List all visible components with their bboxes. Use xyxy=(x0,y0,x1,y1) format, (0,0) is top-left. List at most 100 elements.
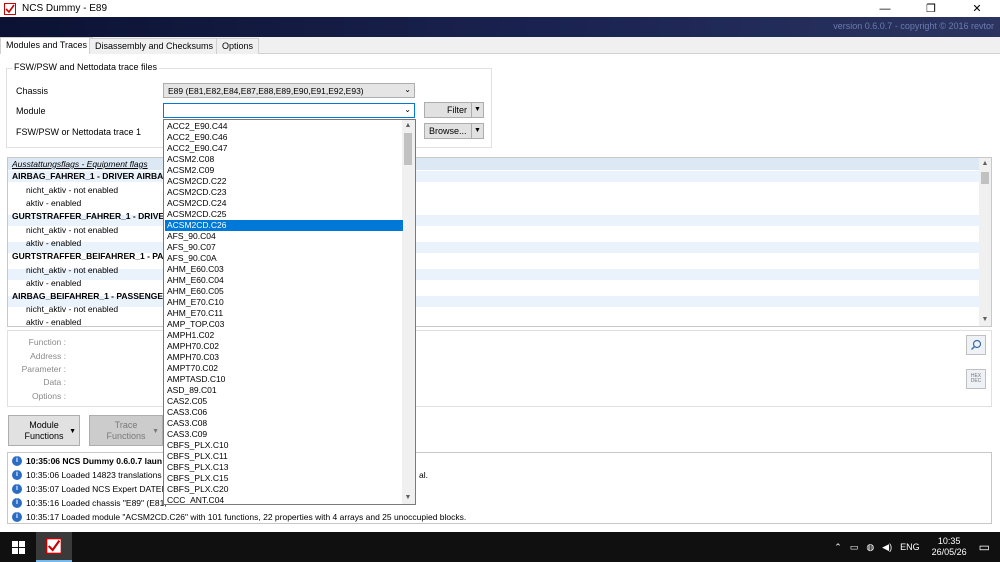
module-option[interactable]: CBFS_PLX.C13 xyxy=(165,462,403,473)
log-entry: i 10:35:06 Loaded 14823 translations xyxy=(12,470,162,480)
maximize-button[interactable]: ❐ xyxy=(908,0,954,17)
module-option[interactable]: CAS3.C08 xyxy=(165,418,403,429)
hex-dec-button[interactable]: HEX DEC xyxy=(966,369,986,389)
tab-disassembly-and-checksums[interactable]: Disassembly and Checksums xyxy=(89,38,220,54)
module-select[interactable]: ⌄ xyxy=(163,103,415,118)
function-label: Function : xyxy=(28,337,66,347)
volume-icon[interactable]: ◀) xyxy=(882,542,892,553)
windows-start-icon[interactable] xyxy=(12,541,25,554)
log-text: 10:35:17 Loaded module "ACSM2CD.C26" wit… xyxy=(26,512,467,522)
module-option[interactable]: ASD_89.C01 xyxy=(165,385,403,396)
version-text: version 0.6.0.7 - copyright © 2016 revto… xyxy=(833,21,994,31)
tab-modules-and-traces[interactable]: Modules and Traces xyxy=(0,37,94,54)
module-option[interactable]: AMPH70.C02 xyxy=(165,341,403,352)
clock-date: 26/05/26 xyxy=(931,547,967,557)
module-option[interactable]: AMPT70.C02 xyxy=(165,363,403,374)
log-text-tail: al. xyxy=(419,470,428,480)
minimize-button[interactable]: — xyxy=(862,0,908,17)
module-option[interactable]: ACSM2CD.C25 xyxy=(165,209,403,220)
chevron-up-icon[interactable]: ⌃ xyxy=(834,542,842,553)
data-label: Data : xyxy=(43,377,66,387)
scroll-thumb[interactable] xyxy=(981,172,989,184)
search-button[interactable] xyxy=(966,335,986,355)
module-option[interactable]: CAS2.C05 xyxy=(165,396,403,407)
header-banner: version 0.6.0.7 - copyright © 2016 revto… xyxy=(0,17,1000,37)
flag-group-title[interactable]: AIRBAG_BEIFAHRER_1 - PASSENGER xyxy=(12,291,169,301)
flag-group-title[interactable]: AIRBAG_FAHRER_1 - DRIVER AIRBAG xyxy=(12,171,170,181)
row-band xyxy=(8,269,981,280)
module-option[interactable]: AHM_E70.C10 xyxy=(165,297,403,308)
log-entry: i 10:35:17 Loaded module "ACSM2CD.C26" wi… xyxy=(12,512,466,522)
module-option[interactable]: ACSM2CD.C26 xyxy=(165,220,403,231)
hex-dec-icon: HEX DEC xyxy=(970,373,982,384)
chevron-down-icon: ▼ xyxy=(152,428,159,435)
window-title: NCS Dummy - E89 xyxy=(22,3,108,14)
flag-option[interactable]: nicht_aktiv - not enabled xyxy=(26,265,118,275)
module-option[interactable]: AMPH1.C02 xyxy=(165,330,403,341)
equipment-flags-list[interactable]: Ausstattungsflags - Equipment flags AIRB… xyxy=(7,157,992,327)
dropdown-scrollbar[interactable]: ▲ ▼ xyxy=(402,120,415,504)
flags-scrollbar[interactable]: ▲ ▼ xyxy=(979,158,991,326)
module-option[interactable]: ACC2_E90.C46 xyxy=(165,132,403,143)
language-indicator[interactable]: ENG xyxy=(900,542,920,552)
flag-option[interactable]: aktiv - enabled xyxy=(26,238,81,248)
flag-option[interactable]: nicht_aktiv - not enabled xyxy=(26,225,118,235)
taskbar-app-ncs-dummy[interactable] xyxy=(36,532,72,562)
module-option[interactable]: AMP_TOP.C03 xyxy=(165,319,403,330)
clock[interactable]: 10:35 26/05/26 xyxy=(932,536,967,558)
module-option[interactable]: CBFS_PLX.C20 xyxy=(165,484,403,495)
module-option[interactable]: AFS_90.C0A xyxy=(165,253,403,264)
tab-options[interactable]: Options xyxy=(216,38,260,54)
flag-option[interactable]: aktiv - enabled xyxy=(26,278,81,288)
network-icon[interactable]: ◍ xyxy=(866,542,874,553)
module-option[interactable]: CBFS_PLX.C10 xyxy=(165,440,403,451)
module-functions-button[interactable]: Module Functions ▼ xyxy=(8,415,80,446)
module-option[interactable]: ACSM2CD.C23 xyxy=(165,187,403,198)
module-option[interactable]: AHM_E60.C04 xyxy=(165,275,403,286)
module-option[interactable]: AHM_E60.C05 xyxy=(165,286,403,297)
flag-option[interactable]: aktiv - enabled xyxy=(26,198,81,208)
flag-group-title[interactable]: GURTSTRAFFER_FAHRER_1 - DRIVER xyxy=(12,211,170,221)
module-option[interactable]: ACSM2.C08 xyxy=(165,154,403,165)
module-option[interactable]: CBFS_PLX.C11 xyxy=(165,451,403,462)
module-option[interactable]: AHM_E70.C11 xyxy=(165,308,403,319)
scroll-down-icon[interactable]: ▼ xyxy=(402,492,414,504)
chevron-down-icon: ⌄ xyxy=(404,85,411,94)
info-icon: i xyxy=(12,470,22,480)
module-option[interactable]: AMPTASD.C10 xyxy=(165,374,403,385)
filter-button[interactable]: Filter ▼ xyxy=(424,102,484,118)
module-dropdown-list[interactable]: ▲ ▼ ACC2_E90.C44 ACC2_E90.C46 ACC2_E90.C47… xyxy=(163,119,416,505)
module-option[interactable]: AMPH70.C03 xyxy=(165,352,403,363)
chassis-select[interactable]: E89 (E81,E82,E84,E87,E88,E89,E90,E91,E92… xyxy=(163,83,415,98)
module-option[interactable]: ACSM2.C09 xyxy=(165,165,403,176)
module-option[interactable]: AFS_90.C07 xyxy=(165,242,403,253)
log-text: 10:35:06 NCS Dummy 0.6.0.7 laun xyxy=(26,456,163,466)
module-option[interactable]: CAS3.C06 xyxy=(165,407,403,418)
scroll-thumb[interactable] xyxy=(404,133,412,165)
module-option[interactable]: CAS3.C09 xyxy=(165,429,403,440)
browse-dropdown-icon[interactable]: ▼ xyxy=(471,124,483,138)
notifications-icon[interactable]: ▭ xyxy=(979,540,990,554)
module-option[interactable]: AFS_90.C04 xyxy=(165,231,403,242)
browse-button[interactable]: Browse... ▼ xyxy=(424,123,484,139)
filter-dropdown-icon[interactable]: ▼ xyxy=(471,103,483,117)
module-option[interactable]: ACSM2CD.C24 xyxy=(165,198,403,209)
module-option[interactable]: ACC2_E90.C47 xyxy=(165,143,403,154)
flag-option[interactable]: aktiv - enabled xyxy=(26,317,81,326)
flag-option[interactable]: nicht_aktiv - not enabled xyxy=(26,304,118,314)
battery-icon[interactable]: ▭ xyxy=(850,542,859,553)
module-option[interactable]: ACSM2CD.C22 xyxy=(165,176,403,187)
filter-button-label: Filter xyxy=(447,105,467,115)
module-option[interactable]: ACC2_E90.C44 xyxy=(165,121,403,132)
scroll-up-icon[interactable]: ▲ xyxy=(402,120,414,132)
module-option[interactable]: AHM_E60.C03 xyxy=(165,264,403,275)
flag-option[interactable]: nicht_aktiv - not enabled xyxy=(26,185,118,195)
module-option[interactable]: CBFS_PLX.C15 xyxy=(165,473,403,484)
equipment-flags-header: Ausstattungsflags - Equipment flags xyxy=(8,158,981,170)
flag-group-title[interactable]: GURTSTRAFFER_BEIFAHRER_1 - PASS xyxy=(12,251,175,261)
module-option[interactable]: CCC_ANT.C04 xyxy=(165,495,403,504)
scroll-down-icon[interactable]: ▼ xyxy=(979,314,991,326)
module-functions-label: Module Functions xyxy=(24,420,64,441)
close-button[interactable]: ✕ xyxy=(954,0,1000,17)
scroll-up-icon[interactable]: ▲ xyxy=(979,158,991,170)
